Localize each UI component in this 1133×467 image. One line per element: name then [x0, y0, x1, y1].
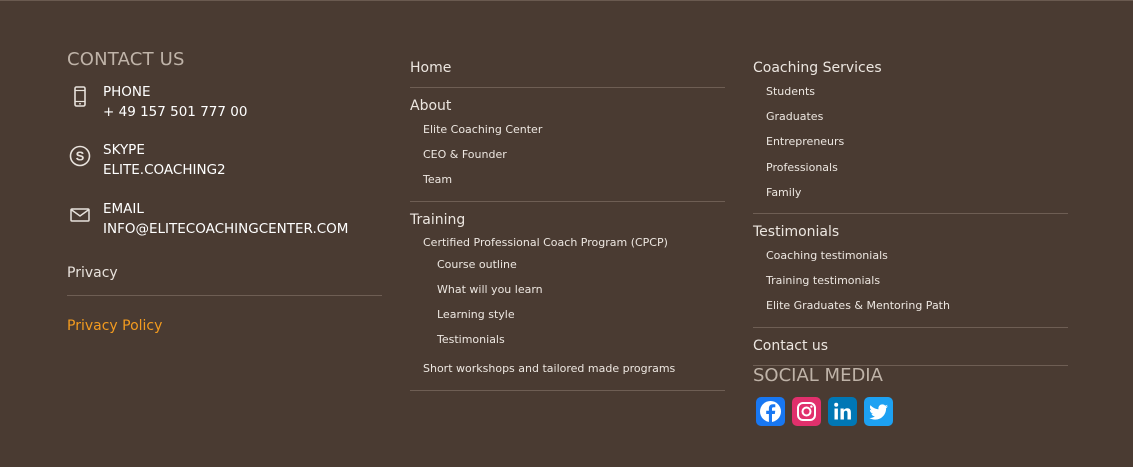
menu-testimonials[interactable]: Testimonials [753, 224, 839, 240]
menu-cpcp-learning-style[interactable]: Learning style [437, 308, 515, 321]
menu-training-cpcp[interactable]: Certified Professional Coach Program (CP… [423, 236, 668, 249]
privacy-policy-link[interactable]: Privacy Policy [67, 318, 162, 334]
instagram-button[interactable] [792, 397, 821, 426]
menu-home[interactable]: Home [410, 60, 451, 76]
linkedin-button[interactable] [828, 397, 857, 426]
menu-about[interactable]: About [410, 98, 451, 114]
twitter-icon [869, 404, 888, 420]
menu-cpcp-what-will-you-learn[interactable]: What will you learn [437, 283, 543, 296]
divider [410, 390, 725, 391]
menu-about-elite-coaching-center[interactable]: Elite Coaching Center [423, 123, 542, 136]
linkedin-icon [834, 402, 851, 420]
menu-about-team[interactable]: Team [423, 173, 452, 186]
skype-value[interactable]: ELITE.COACHING2 [103, 162, 226, 178]
phone-icon [67, 86, 93, 110]
phone-label: PHONE [103, 84, 151, 100]
menu-cpcp-course-outline[interactable]: Course outline [437, 258, 517, 271]
menu-cpcp-testimonials[interactable]: Testimonials [437, 333, 505, 346]
contact-skype: S SKYPE ELITE.COACHING2 [67, 142, 382, 186]
social-media-title: SOCIAL MEDIA [753, 365, 883, 386]
menu-coaching-entrepreneurs[interactable]: Entrepreneurs [766, 135, 844, 148]
email-label: EMAIL [103, 201, 144, 217]
contact-title: CONTACT US [67, 49, 185, 70]
contact-email: EMAIL INFO@ELITECOACHINGCENTER.COM [67, 201, 382, 245]
menu-testimonials-training[interactable]: Training testimonials [766, 274, 880, 287]
divider [67, 295, 382, 296]
divider [753, 213, 1068, 214]
menu-coaching-family[interactable]: Family [766, 186, 801, 199]
svg-text:S: S [76, 149, 85, 164]
phone-value[interactable]: + 49 157 501 777 00 [103, 104, 247, 120]
twitter-button[interactable] [864, 397, 893, 426]
menu-coaching-services[interactable]: Coaching Services [753, 60, 882, 76]
menu-training-short-workshops[interactable]: Short workshops and tailored made progra… [423, 362, 675, 375]
skype-label: SKYPE [103, 142, 145, 158]
divider [753, 327, 1068, 328]
menu-coaching-students[interactable]: Students [766, 85, 815, 98]
top-border [0, 0, 1133, 1]
facebook-icon [760, 401, 781, 423]
menu-coaching-professionals[interactable]: Professionals [766, 161, 838, 174]
menu-testimonials-coaching[interactable]: Coaching testimonials [766, 249, 888, 262]
divider [410, 87, 725, 88]
email-value[interactable]: INFO@ELITECOACHINGCENTER.COM [103, 221, 348, 237]
mail-icon [67, 203, 93, 227]
menu-contact-us[interactable]: Contact us [753, 338, 828, 354]
instagram-icon [797, 402, 816, 421]
divider [410, 201, 725, 202]
menu-coaching-graduates[interactable]: Graduates [766, 110, 823, 123]
skype-icon: S [67, 144, 93, 168]
menu-training[interactable]: Training [410, 212, 465, 228]
privacy-heading: Privacy [67, 265, 118, 281]
contact-phone: PHONE + 49 157 501 777 00 [67, 84, 382, 128]
menu-testimonials-elite-graduates[interactable]: Elite Graduates & Mentoring Path [766, 299, 950, 312]
menu-about-ceo-founder[interactable]: CEO & Founder [423, 148, 507, 161]
facebook-button[interactable] [756, 397, 785, 426]
